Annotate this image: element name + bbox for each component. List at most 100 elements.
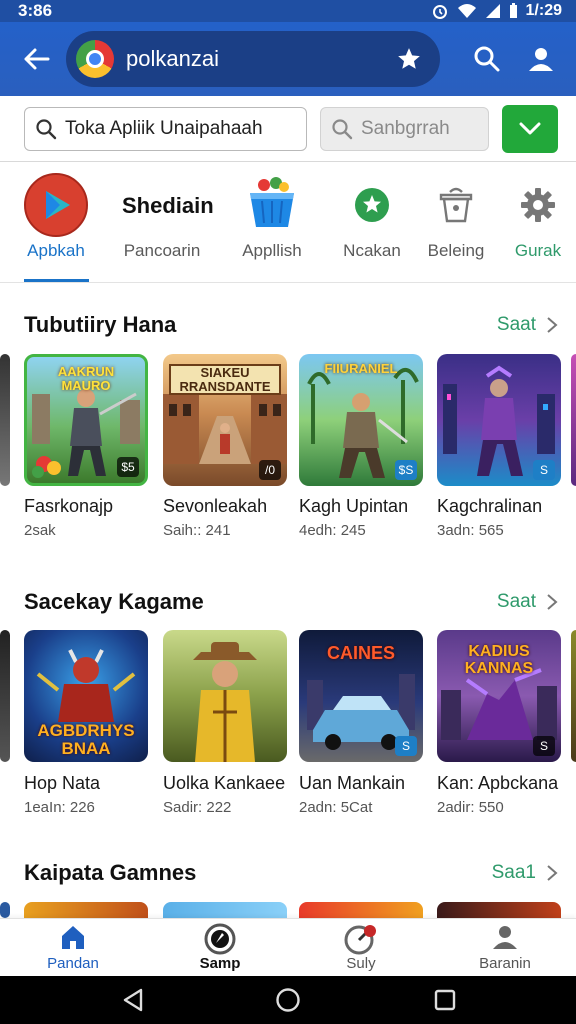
- section-title: Tubutiiry Hana: [24, 312, 177, 337]
- chevron-right-icon: [547, 317, 558, 333]
- category-tab-beleing[interactable]: Beleing: [420, 163, 492, 283]
- category-label: Ncakan: [343, 241, 401, 260]
- nav-item-suly[interactable]: Suly: [306, 921, 416, 975]
- tile-badge: $S: [395, 460, 417, 480]
- basket-icon: [250, 177, 294, 227]
- app-name[interactable]: Uolka Kankaee: [163, 773, 285, 794]
- tile-badge: S: [533, 460, 555, 480]
- tile-badge: S: [395, 736, 417, 756]
- app-name[interactable]: Sevonleakah: [163, 496, 267, 517]
- search-icon: [36, 119, 57, 140]
- play-store-screen: 3:86 1/:29 polkanzai Toka Apliik Unaipah…: [0, 0, 576, 1024]
- see-all-link[interactable]: Saat: [497, 591, 558, 613]
- see-all-label: Saat: [496, 591, 536, 612]
- home-circle-icon[interactable]: [275, 987, 301, 1013]
- signal-icon: [485, 4, 500, 18]
- app-name[interactable]: Hop Nata: [24, 773, 100, 794]
- tile-banner: AGBDRHYS BNAA: [37, 721, 135, 758]
- category-label: Gurak: [514, 241, 562, 260]
- nav-item-samp[interactable]: Samp: [165, 921, 275, 975]
- app-tile[interactable]: [163, 902, 287, 918]
- account-button[interactable]: [514, 32, 568, 86]
- cowboy-artwork-icon: [193, 642, 257, 762]
- category-label: Appllish: [242, 241, 302, 260]
- chevron-down-icon: [519, 122, 541, 135]
- compass-icon: [204, 923, 236, 955]
- wifi-icon: [457, 4, 476, 18]
- app-name[interactable]: Uan Mankain: [299, 773, 405, 794]
- tile-banner: KADIUS KANNAS: [464, 643, 534, 677]
- star-icon: [398, 48, 420, 69]
- app-tile[interactable]: [24, 902, 148, 918]
- dropdown-confirm-button[interactable]: [502, 105, 558, 153]
- app-meta: 2adir: 550: [437, 799, 504, 816]
- search-input-value: Toka Apliik Unaipahaah: [65, 118, 263, 139]
- app-name[interactable]: Fasrkonajp: [24, 496, 113, 517]
- chevron-right-icon: [547, 865, 558, 881]
- back-triangle-icon[interactable]: [122, 988, 144, 1012]
- status-icons: 1/:29: [431, 2, 562, 20]
- partial-app-tile[interactable]: [0, 902, 10, 918]
- app-tile[interactable]: AGBDRHYS BNAA: [24, 630, 148, 762]
- app-tile[interactable]: S: [437, 354, 561, 486]
- category-tab-ncakan[interactable]: Ncakan: [334, 163, 410, 283]
- person-icon: [529, 48, 553, 71]
- category-label: Pancoarin: [123, 241, 201, 260]
- tile-banner: CAINES: [326, 643, 395, 663]
- back-arrow-icon: [24, 48, 50, 70]
- section-header: Sacekay Kagame Saat: [24, 584, 558, 620]
- see-all-link[interactable]: Saat: [497, 314, 558, 336]
- search-button[interactable]: [460, 32, 514, 86]
- search-icon: [332, 119, 353, 140]
- alarm-icon: [432, 5, 447, 19]
- app-name[interactable]: Kagh Upintan: [299, 496, 408, 517]
- back-button[interactable]: [10, 33, 62, 85]
- app-name[interactable]: Kagchralinan: [437, 496, 542, 517]
- section-title: Sacekay Kagame: [24, 589, 204, 614]
- active-tab-indicator: [24, 279, 89, 282]
- address-bar[interactable]: polkanzai: [66, 31, 440, 87]
- partial-app-tile[interactable]: [571, 354, 576, 486]
- category-tab-pancoarin[interactable]: Pancoarin: [122, 163, 202, 283]
- category-tabs: Apbkah Shediain Pancoarin Appllish Ncaka…: [0, 163, 576, 283]
- chrome-logo-icon: [76, 40, 114, 78]
- battery-icon: [509, 3, 517, 18]
- partial-app-tile[interactable]: [571, 630, 576, 762]
- status-bar: 3:86 1/:29: [0, 0, 576, 22]
- app-tile[interactable]: [163, 630, 287, 762]
- partial-app-tile[interactable]: [0, 630, 10, 762]
- nav-item-pandan[interactable]: Pandan: [18, 921, 128, 975]
- star-badge-icon: [355, 188, 389, 222]
- category-tab-gurak[interactable]: Gurak: [506, 163, 570, 283]
- category-tab-appllish[interactable]: Appllish: [236, 163, 308, 283]
- see-all-label: Saa1: [491, 862, 536, 883]
- category-tab-apbkah[interactable]: Apbkah: [18, 163, 94, 283]
- app-meta: Saih:: 241: [163, 522, 231, 539]
- bottom-navigation: Pandan Samp Suly Baranin: [0, 918, 576, 976]
- search-input[interactable]: Toka Apliik Unaipahaah: [24, 107, 307, 151]
- section-title: Kaipata Gamnes: [24, 860, 197, 885]
- tile-badge: S: [533, 736, 555, 756]
- see-all-link[interactable]: Saa1: [492, 862, 558, 884]
- tile-badge: /0: [259, 460, 281, 480]
- category-label: Beleing: [427, 241, 485, 260]
- person-icon: [493, 926, 517, 949]
- secondary-search-field[interactable]: Sanbgrrah: [320, 107, 489, 151]
- app-name[interactable]: Kan: Apbckana: [437, 773, 558, 794]
- app-tile[interactable]: CAINES S: [299, 630, 423, 762]
- chevron-right-icon: [547, 594, 558, 610]
- search-icon: [474, 46, 500, 72]
- app-tile[interactable]: [299, 902, 423, 918]
- nav-item-baranin[interactable]: Baranin: [450, 921, 560, 975]
- app-tile[interactable]: FIIURANIEL $S: [299, 354, 423, 486]
- app-tile[interactable]: KADIUS KANNAS S: [437, 630, 561, 762]
- app-tile[interactable]: SIAKEU RRANSDANTE /0: [163, 354, 287, 486]
- gauge-icon: [344, 925, 376, 955]
- app-tile[interactable]: [437, 902, 561, 918]
- app-tile[interactable]: AAKRUN MAURO $5: [24, 354, 148, 486]
- partial-app-tile[interactable]: [0, 354, 10, 486]
- recents-square-icon[interactable]: [434, 989, 456, 1011]
- gear-icon: [521, 188, 555, 222]
- nav-label: Suly: [346, 955, 376, 972]
- bookmark-button[interactable]: [396, 46, 422, 72]
